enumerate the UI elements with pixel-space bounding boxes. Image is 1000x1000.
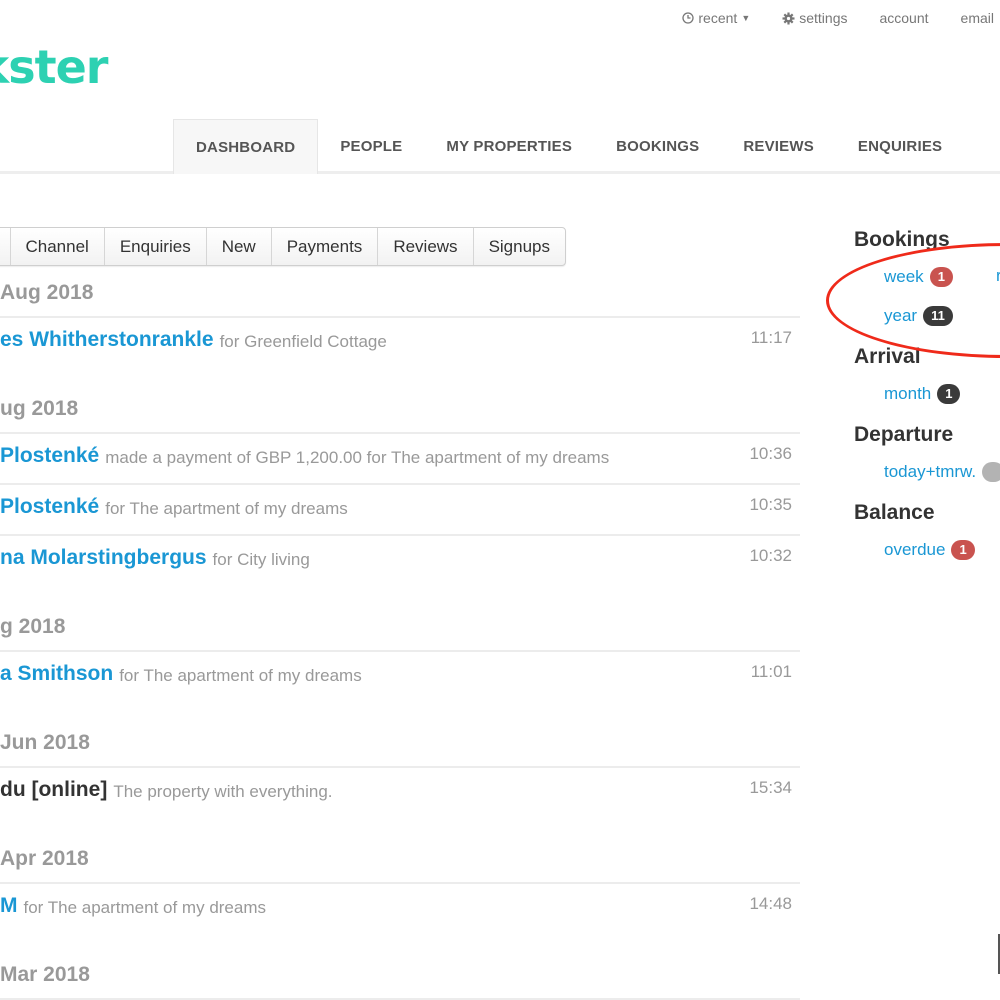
person-link[interactable]: a Smithson [0, 662, 113, 686]
day-heading: ug 2018 [0, 386, 800, 434]
logo[interactable]: okster [0, 40, 108, 94]
day-heading: Aug 2018 [0, 270, 800, 318]
account-link[interactable]: account [863, 10, 944, 26]
feed-day: g 2018 a Smithson for The apartment of m… [0, 604, 800, 720]
filter-channel[interactable]: Channel [11, 228, 105, 265]
person-link[interactable]: M [0, 894, 18, 918]
activity-time: 11:17 [750, 328, 792, 347]
filter-reviews[interactable]: Reviews [378, 228, 474, 265]
activity-time: 14:48 [749, 894, 792, 913]
count-badge [982, 462, 1000, 482]
feed-row: Plostenké for The apartment of my dreams… [0, 485, 800, 536]
person-link[interactable]: na Molarstingbergus [0, 546, 207, 570]
recent-menu[interactable]: recent ▼ [666, 10, 766, 26]
day-heading: Apr 2018 [0, 836, 800, 884]
person-link[interactable]: es Whitherstonrankle [0, 328, 214, 352]
activity-time: 15:34 [749, 778, 792, 797]
activity-time: 11:01 [750, 662, 792, 681]
count-badge: 1 [929, 267, 953, 287]
recent-label: recent [698, 10, 738, 26]
channel-name[interactable]: du [online] [0, 778, 107, 802]
feed-day: ug 2018 Plostenké made a payment of GBP … [0, 386, 800, 604]
person-link[interactable]: Plostenké [0, 495, 99, 519]
settings-label: settings [799, 10, 848, 26]
summary-sidebar: Bookings week 1 year 11 r Arrival month … [854, 228, 1000, 579]
feed-row: na Molarstingbergus for City living 10:3… [0, 536, 800, 604]
day-heading: Mar 2018 [0, 952, 800, 1000]
feed-row: Plostenké made a payment of GBP 1,200.00… [0, 434, 800, 485]
feed-row: du [online] The property with everything… [0, 768, 800, 836]
gear-icon [782, 12, 795, 24]
tab-dashboard[interactable]: DASHBOARD [173, 119, 319, 174]
bookings-heading: Bookings [854, 228, 950, 251]
arrival-month-link[interactable]: month 1 [884, 383, 1000, 405]
link-label: week [884, 267, 924, 286]
tab-reviews[interactable]: REVIEWS [721, 119, 836, 174]
balance-heading: Balance [854, 501, 935, 524]
tab-my-properties[interactable]: MY PROPERTIES [424, 119, 594, 174]
feed-day: Jun 2018 du [online] The property with e… [0, 720, 800, 836]
bookings-year-link[interactable]: year 11 [884, 305, 1000, 327]
clock-icon [682, 12, 695, 24]
activity-time: 10:32 [749, 546, 792, 565]
feed-row: M for The apartment of my dreams 14:48 [0, 884, 800, 952]
feed-day: Apr 2018 M for The apartment of my dream… [0, 836, 800, 952]
activity-feed: Aug 2018 es Whitherstonrankle for Greenf… [0, 270, 800, 1000]
link-label: year [884, 306, 918, 325]
feed-row: a Smithson for The apartment of my dream… [0, 652, 800, 720]
departure-today-tomorrow-link[interactable]: today+tmrw. [884, 461, 1000, 483]
caret-down-icon: ▼ [741, 13, 751, 23]
link-label: overdue [884, 540, 946, 559]
feed-day: Mar 2018 [0, 952, 800, 1000]
count-badge: 11 [923, 306, 953, 326]
person-link[interactable]: Plostenké [0, 444, 99, 468]
tab-bookings[interactable]: BOOKINGS [594, 119, 721, 174]
count-badge: 1 [937, 384, 961, 404]
day-heading: Jun 2018 [0, 720, 800, 768]
arrival-heading: Arrival [854, 345, 921, 368]
filter-enquiries[interactable]: Enquiries [105, 228, 207, 265]
activity-description: for The apartment of my dreams [23, 898, 267, 917]
activity-description: made a payment of GBP 1,200.00 for The a… [105, 448, 610, 467]
link-label: month [884, 384, 932, 403]
filter-payments[interactable]: Payments [272, 228, 379, 265]
activity-time: 10:35 [749, 495, 792, 514]
activity-description: for The apartment of my dreams [119, 666, 362, 685]
feed-filter-group: s Channel Enquiries New Payments Reviews… [0, 227, 566, 266]
balance-overdue-link[interactable]: overdue 1 [884, 539, 1000, 561]
settings-link[interactable]: settings [766, 10, 863, 26]
count-badge: 1 [951, 540, 975, 560]
tab-enquiries[interactable]: ENQUIRIES [836, 119, 964, 174]
filter-signups[interactable]: Signups [474, 228, 565, 265]
activity-description: The property with everything. [113, 782, 333, 801]
filter-new[interactable]: New [207, 228, 272, 265]
activity-description: for City living [212, 550, 310, 569]
tab-people[interactable]: PEOPLE [318, 119, 424, 174]
feed-row: es Whitherstonrankle for Greenfield Cott… [0, 318, 800, 386]
link-label: today+tmrw. [884, 462, 977, 481]
main-nav: DASHBOARD PEOPLE MY PROPERTIES BOOKINGS … [0, 119, 1000, 174]
bookings-week-link[interactable]: week 1 [884, 266, 1000, 288]
filter-bookings[interactable]: s [0, 228, 11, 265]
activity-description: for The apartment of my dreams [105, 499, 348, 518]
email-link[interactable]: email [945, 10, 1000, 26]
top-utility-bar: recent ▼ settings account email [666, 10, 1000, 26]
activity-time: 10:36 [749, 444, 792, 463]
day-heading: g 2018 [0, 604, 800, 652]
departure-heading: Departure [854, 423, 954, 446]
bookings-month-link[interactable]: r [996, 266, 1000, 286]
feed-day: Aug 2018 es Whitherstonrankle for Greenf… [0, 270, 800, 386]
activity-description: for Greenfield Cottage [219, 332, 387, 351]
